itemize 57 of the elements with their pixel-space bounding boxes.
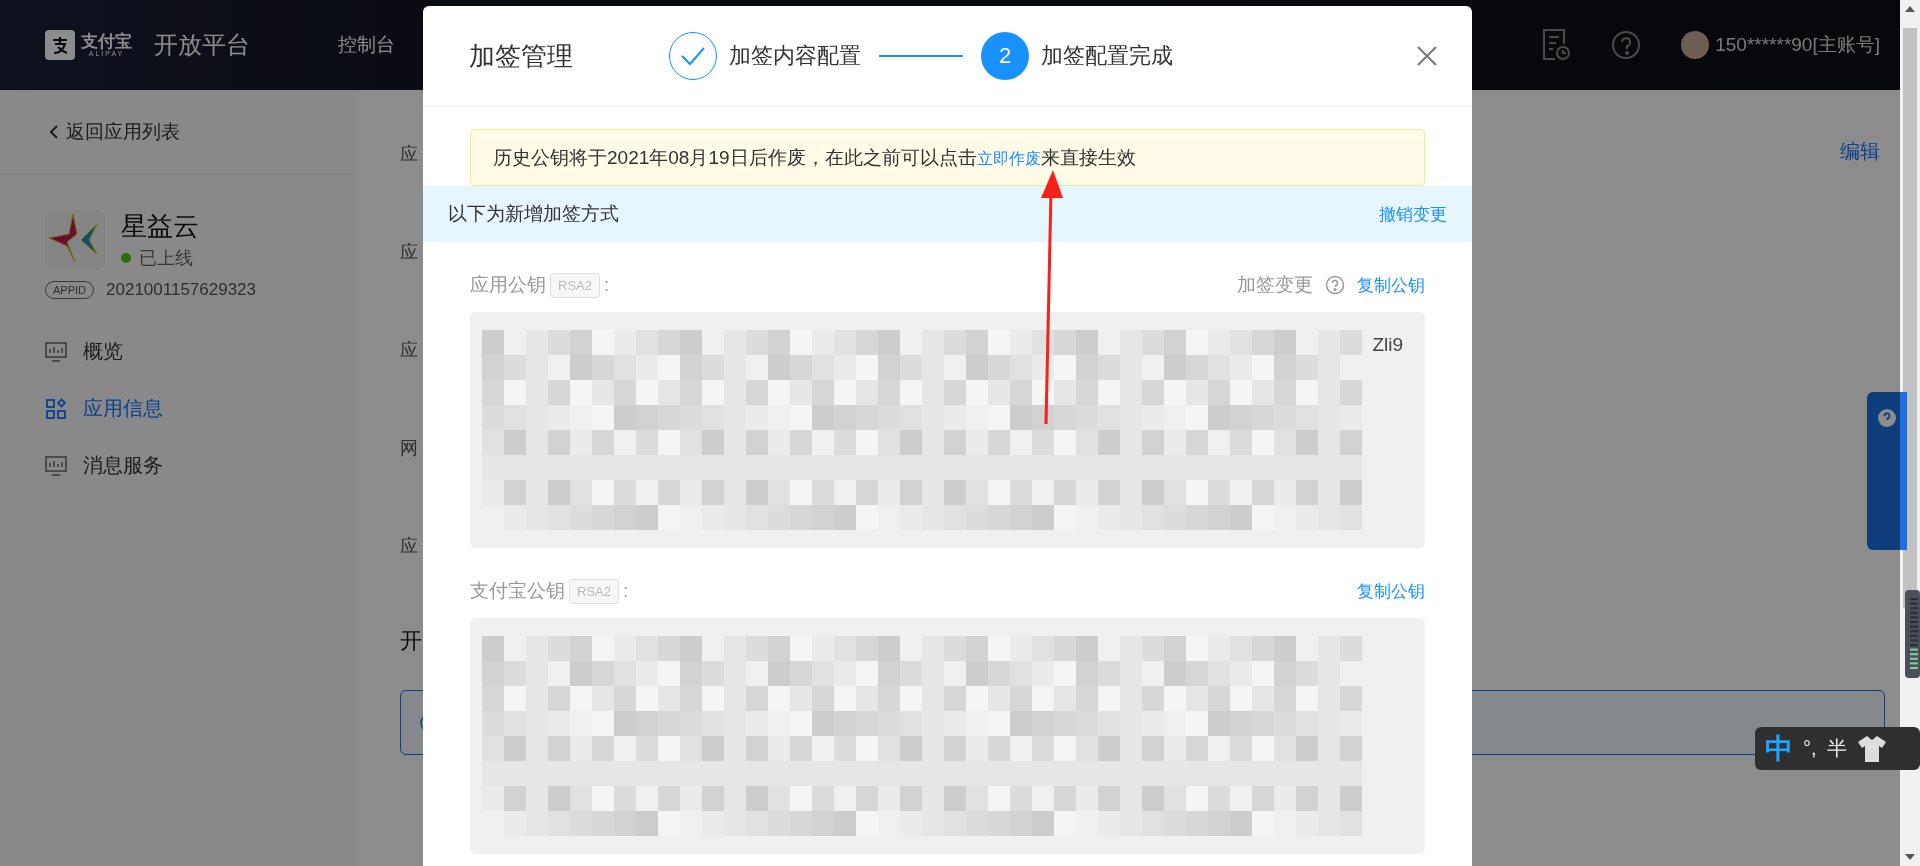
- help-icon[interactable]: [1611, 30, 1642, 60]
- key-label: 支付宝公钥: [470, 579, 565, 603]
- field-label: 应: [400, 339, 418, 362]
- colon: :: [622, 580, 629, 602]
- volume-meter-icon: [1905, 590, 1920, 678]
- algorithm-tag: RSA2: [569, 578, 619, 604]
- help-tab[interactable]: [1867, 392, 1907, 550]
- undo-link[interactable]: 撤销变更: [1379, 202, 1447, 226]
- field-label: 应: [400, 143, 418, 166]
- status-dot: [121, 253, 131, 263]
- change-label: 加签变更: [1237, 273, 1313, 297]
- app-status: 已上线: [139, 247, 193, 270]
- notice-text: 历史公钥将于2021年08月19日后作废，在此之前可以点击立即作废来直接生效: [493, 145, 1136, 170]
- colon: :: [603, 274, 610, 296]
- sidebar-item[interactable]: 消息服务: [45, 452, 355, 479]
- scroll-thumb[interactable]: [1903, 28, 1917, 608]
- edit-link[interactable]: 编辑: [1840, 138, 1880, 165]
- sidebar-item[interactable]: 概览: [45, 338, 355, 365]
- help-icon[interactable]: [1325, 275, 1345, 295]
- dialog-title: 加签管理: [469, 39, 573, 73]
- grid-icon: [45, 397, 67, 420]
- up-arrow-icon[interactable]: [1905, 6, 1915, 12]
- monitor-icon: [45, 340, 67, 363]
- banner-text: 以下为新增加签方式: [448, 202, 619, 226]
- brand-name: 支付宝: [81, 33, 132, 50]
- back-label: 返回应用列表: [66, 120, 180, 144]
- punctuation-mode[interactable]: °,: [1803, 737, 1817, 760]
- copy-link[interactable]: 复制公钥: [1357, 273, 1425, 297]
- key-label: 应用公钥: [470, 273, 546, 297]
- account-name[interactable]: 150******90[主账号]: [1715, 32, 1880, 58]
- input-mode[interactable]: 中: [1765, 729, 1793, 768]
- width-mode[interactable]: 半: [1826, 735, 1847, 762]
- step-label: 加签内容配置: [729, 42, 861, 70]
- monitor-icon: [45, 454, 67, 477]
- nav-link[interactable]: 控制台: [338, 32, 395, 58]
- step-label: 加签配置完成: [1041, 42, 1173, 70]
- help-icon: [1877, 408, 1897, 428]
- avatar[interactable]: [1681, 31, 1710, 59]
- algorithm-tag: RSA2: [550, 272, 600, 298]
- field-label: 应: [400, 241, 418, 264]
- section-title: 开: [400, 627, 422, 655]
- app-name: 星益云: [121, 210, 199, 243]
- field-label: 网: [400, 437, 418, 460]
- platform-title: 开放平台: [154, 30, 250, 60]
- shirt-icon[interactable]: [1856, 734, 1887, 763]
- step-number: 2: [981, 32, 1029, 80]
- down-arrow-icon[interactable]: [1905, 854, 1915, 860]
- chevron-left-icon: [48, 124, 60, 140]
- app-logo-icon: [45, 209, 105, 270]
- field-label: 应: [400, 535, 418, 558]
- key-text: Zli9: [1372, 334, 1403, 356]
- revoke-link[interactable]: 立即作废: [976, 149, 1041, 167]
- copy-link[interactable]: 复制公钥: [1357, 579, 1425, 603]
- appid-value: 2021001157629323: [106, 280, 257, 300]
- sidebar-item[interactable]: 应用信息: [45, 395, 355, 422]
- alipay-logo-icon: [45, 30, 75, 60]
- document-clock-icon[interactable]: [1541, 28, 1572, 62]
